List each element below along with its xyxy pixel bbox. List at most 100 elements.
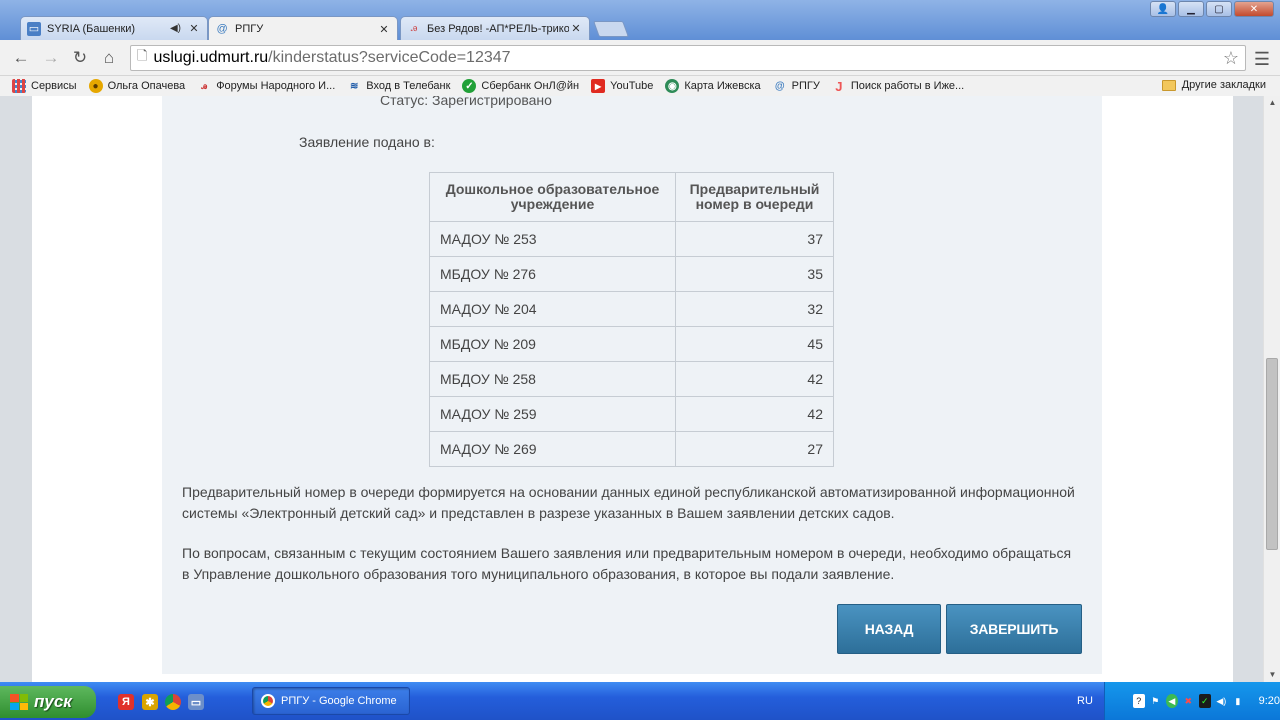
scrollbar-thumb[interactable] bbox=[1266, 358, 1278, 550]
battery-icon[interactable]: ▮ bbox=[1232, 694, 1244, 708]
tab-title: Без Рядов! -АП*РЕЛЬ-трико bbox=[427, 22, 569, 35]
status-line: Статус: Зарегистрировано bbox=[380, 96, 552, 108]
yandex-icon[interactable]: Я bbox=[118, 694, 134, 710]
sberbank-icon: ✓ bbox=[462, 79, 477, 93]
note-line: По вопросам, связанным с текущим состоян… bbox=[182, 545, 1072, 561]
network-icon[interactable]: ⚑ bbox=[1150, 694, 1162, 708]
other-bookmarks-label: Другие закладки bbox=[1181, 79, 1266, 91]
close-window-button[interactable]: ✕ bbox=[1234, 1, 1274, 17]
user-icon[interactable]: 👤 bbox=[1150, 1, 1176, 17]
table-row: МАДОУ № 259 42 bbox=[429, 396, 834, 432]
table-row: МАДОУ № 204 32 bbox=[429, 291, 834, 327]
queue-table: Дошкольное образовательное учреждение Пр… bbox=[429, 172, 834, 467]
tab-title: РПГУ bbox=[235, 23, 264, 35]
home-icon[interactable]: ⌂ bbox=[98, 48, 120, 68]
help-icon[interactable]: ? bbox=[1133, 694, 1145, 708]
close-icon[interactable]: ✕ bbox=[377, 23, 391, 36]
page-icon: 🗋 bbox=[137, 48, 148, 63]
institution-cell: МАДОУ № 204 bbox=[429, 291, 676, 327]
note-line: в Управление дошкольного образования тог… bbox=[182, 566, 895, 582]
back-button[interactable]: НАЗАД bbox=[837, 604, 941, 654]
url-path: /kinderstatus?serviceCode=12347 bbox=[268, 49, 511, 66]
antivirus-icon[interactable]: ✓ bbox=[1199, 694, 1211, 708]
bookmark-label: РПГУ bbox=[791, 80, 820, 92]
new-tab-button[interactable] bbox=[593, 21, 629, 37]
minimize-button[interactable]: ▁ bbox=[1178, 1, 1204, 17]
table-row: МАДОУ № 253 37 bbox=[429, 221, 834, 257]
close-icon[interactable]: ✕ bbox=[187, 22, 201, 35]
bookmark-telebank[interactable]: ≋ Вход в Телебанк bbox=[347, 79, 450, 93]
queue-explanation-note: Предварительный номер в очереди формируе… bbox=[182, 482, 1092, 524]
reload-icon[interactable]: ↻ bbox=[69, 48, 91, 68]
bookmark-job-search[interactable]: J Поиск работы в Иже... bbox=[832, 78, 964, 94]
sunflower-icon: ● bbox=[88, 79, 103, 93]
other-bookmarks[interactable]: Другие закладки bbox=[1161, 79, 1266, 91]
people-icon: ꭿ bbox=[410, 22, 418, 34]
bookmark-label: Сервисы bbox=[31, 80, 77, 92]
bookmark-youtube[interactable]: ▶ YouTube bbox=[591, 79, 653, 93]
rpgu-icon: @ bbox=[216, 23, 228, 35]
bookmark-label: Карта Ижевска bbox=[684, 80, 761, 92]
security-icon[interactable]: ✖ bbox=[1183, 694, 1195, 708]
start-button[interactable]: пуск bbox=[0, 686, 96, 718]
start-label: пуск bbox=[34, 692, 72, 711]
bookmark-label: Ольга Опачева bbox=[107, 80, 186, 92]
bookmark-olga[interactable]: ● Ольга Опачева bbox=[88, 79, 186, 93]
windows-taskbar: пуск Я ✱ ▭ РПГУ - Google Chrome RU ? ⚑ ◀… bbox=[0, 682, 1280, 720]
bookmark-label: Сбербанк ОнЛ@йн bbox=[481, 80, 580, 92]
telebank-icon: ≋ bbox=[350, 80, 359, 92]
finish-button[interactable]: ЗАВЕРШИТЬ bbox=[946, 604, 1082, 654]
institution-cell: МБДОУ № 258 bbox=[429, 361, 676, 397]
back-arrow-icon[interactable]: ← bbox=[10, 48, 32, 68]
people-icon: ꭿ bbox=[201, 80, 208, 92]
job-search-icon: J bbox=[835, 78, 843, 94]
bookmark-label: Вход в Телебанк bbox=[366, 80, 451, 92]
chrome-icon[interactable] bbox=[165, 694, 181, 710]
bookmark-rpgu[interactable]: @ РПГУ bbox=[773, 79, 820, 93]
speaker-icon[interactable]: ◀) bbox=[1216, 694, 1228, 708]
institution-cell: МАДОУ № 269 bbox=[429, 431, 676, 467]
institution-cell: МБДОУ № 209 bbox=[429, 326, 676, 362]
bookmark-services[interactable]: Сервисы bbox=[12, 79, 77, 93]
windows-flag-icon bbox=[10, 694, 28, 710]
taskbar-chrome-window[interactable]: РПГУ - Google Chrome bbox=[252, 687, 410, 715]
bookmark-sberbank[interactable]: ✓ Сбербанк ОнЛ@йн bbox=[462, 79, 579, 93]
folder-icon bbox=[1161, 79, 1176, 91]
vertical-scrollbar[interactable]: ▲ ▼ bbox=[1263, 96, 1280, 682]
tab-rpgu[interactable]: @ РПГУ ✕ bbox=[208, 16, 398, 41]
address-bar[interactable]: 🗋 uslugi.udmurt.ru/kinderstatus?serviceC… bbox=[130, 45, 1246, 71]
maximize-button[interactable]: ▢ bbox=[1206, 1, 1232, 17]
queue-number-cell: 32 bbox=[675, 291, 834, 327]
column-header-institution: Дошкольное образовательное учреждение bbox=[429, 172, 676, 222]
tab-bez-ryadov[interactable]: ꭿ Без Рядов! -АП*РЕЛЬ-трико ✕ bbox=[400, 16, 590, 40]
close-icon[interactable]: ✕ bbox=[569, 22, 583, 35]
page-viewport: Статус: Зарегистрировано Заявление подан… bbox=[0, 96, 1280, 682]
institution-cell: МБДОУ № 276 bbox=[429, 256, 676, 292]
institution-cell: МАДОУ № 259 bbox=[429, 396, 676, 432]
scroll-up-arrow-icon[interactable]: ▲ bbox=[1264, 96, 1280, 110]
menu-icon[interactable]: ☰ bbox=[1254, 49, 1270, 70]
bookmark-map[interactable]: ◉ Карта Ижевска bbox=[665, 79, 761, 93]
bookmark-forums[interactable]: ꭿ Форумы Народного И... bbox=[197, 79, 335, 93]
queue-number-cell: 37 bbox=[675, 221, 834, 257]
queue-number-cell: 27 bbox=[675, 431, 834, 467]
scroll-down-arrow-icon[interactable]: ▼ bbox=[1264, 668, 1280, 682]
chat-icon: ▭ bbox=[27, 21, 41, 36]
bookmark-star-icon[interactable]: ☆ bbox=[1223, 48, 1239, 69]
language-indicator[interactable]: RU bbox=[1077, 695, 1093, 707]
tab-syria[interactable]: ▭ SYRIA (Башенки) ◀) ✕ bbox=[20, 16, 208, 40]
tab-strip: ▭ SYRIA (Башенки) ◀) ✕ @ РПГУ ✕ ꭿ Без Ря… bbox=[0, 0, 1280, 41]
table-row: МБДОУ № 276 35 bbox=[429, 256, 834, 292]
system-clock: 9:20 bbox=[1258, 695, 1280, 707]
green-arrow-icon[interactable]: ◀ bbox=[1166, 694, 1178, 708]
bookmark-label: YouTube bbox=[610, 80, 654, 92]
note-line: Предварительный номер в очереди формируе… bbox=[182, 484, 1075, 500]
queue-number-cell: 42 bbox=[675, 396, 834, 432]
task-title: РПГУ - Google Chrome bbox=[281, 695, 397, 707]
map-icon: ◉ bbox=[665, 79, 680, 93]
desktop-icon[interactable]: ▭ bbox=[188, 694, 204, 710]
forward-arrow-icon[interactable]: → bbox=[40, 48, 62, 68]
agent-icon[interactable]: ✱ bbox=[142, 694, 158, 710]
speaker-icon: ◀) bbox=[169, 23, 181, 34]
bookmarks-bar: Сервисы ● Ольга Опачева ꭿ Форумы Народно… bbox=[0, 76, 1280, 96]
